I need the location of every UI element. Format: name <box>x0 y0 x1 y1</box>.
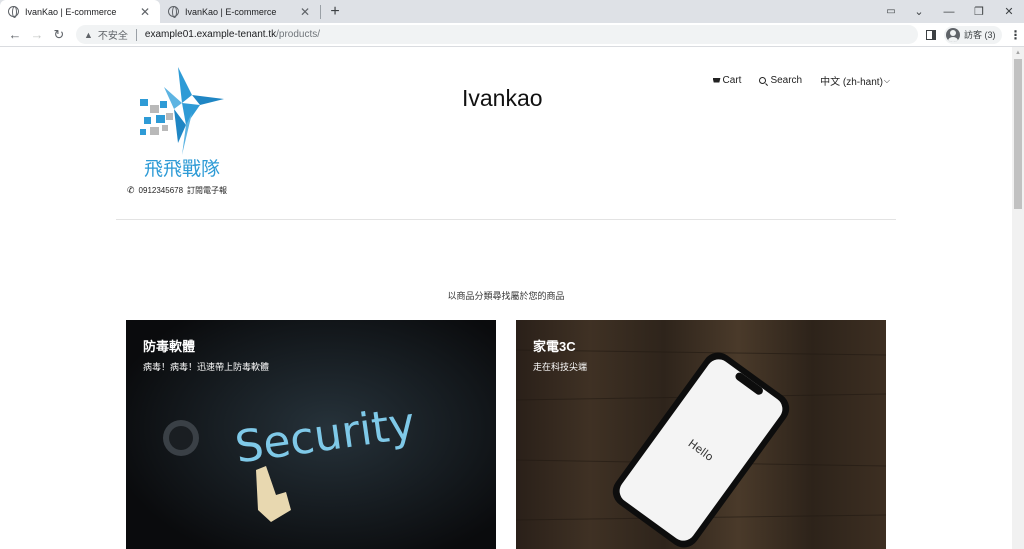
globe-icon <box>8 6 19 18</box>
minimize-button[interactable]: — <box>934 6 964 18</box>
category-name: 防毒軟體 <box>143 339 196 354</box>
page-scrollbar[interactable]: ▲ <box>1012 47 1024 549</box>
search-icon <box>759 77 767 84</box>
brand-name[interactable]: Ivankao <box>462 85 543 112</box>
phone-icon: ✆ <box>127 185 135 195</box>
site-logo[interactable]: 飛飛戰隊 <box>130 65 240 183</box>
category-description: 走在科技尖端 <box>533 362 588 372</box>
tab-search-icon[interactable]: ⌄ <box>904 5 934 18</box>
category-description: 病毒！病毒！迅速帶上防毒軟體 <box>143 362 270 372</box>
language-label: 中文 (zh-hant) <box>820 77 883 88</box>
side-panel-icon[interactable] <box>926 29 936 40</box>
category-card-antivirus[interactable]: Security 防毒軟體 病毒！病毒！迅速帶上防毒軟體 <box>126 320 496 549</box>
top-nav: Cart Search 中文 (zh-hant) ⌵ <box>694 73 890 88</box>
new-tab-button[interactable]: + <box>321 3 349 21</box>
category-card-electronics[interactable]: Hello 家電3C 走在科技尖端 <box>516 320 886 549</box>
cart-link[interactable]: Cart <box>712 75 742 86</box>
restore-button[interactable]: ❐ <box>964 5 994 18</box>
page-viewport: 飛飛戰隊 ✆ 0912345678 訂閱電子報 Ivankao Cart Sea… <box>0 47 1012 549</box>
category-name: 家電3C <box>533 339 576 354</box>
cart-icon <box>712 77 722 85</box>
url-path: /products/ <box>276 29 321 40</box>
close-window-button[interactable]: ✕ <box>994 5 1024 18</box>
header-divider <box>116 219 896 220</box>
close-tab-icon[interactable]: ✕ <box>298 5 312 19</box>
warning-icon[interactable]: ▲ <box>84 30 93 40</box>
subscribe-link[interactable]: 訂閱電子報 <box>187 185 227 196</box>
search-label: Search <box>770 75 803 86</box>
security-label[interactable]: 不安全 <box>98 27 128 42</box>
globe-icon <box>168 6 179 18</box>
tab-title: IvanKao | E-commerce <box>185 6 277 17</box>
profile-button[interactable]: 訪客 (3) <box>944 25 1002 44</box>
close-tab-icon[interactable]: ✕ <box>138 5 152 19</box>
address-bar[interactable]: ▲ 不安全 example01.example-tenant.tk /produ… <box>76 25 918 44</box>
browser-tab-2[interactable]: IvanKao | E-commerce ✕ <box>160 0 320 23</box>
chevron-down-icon: ⌵ <box>883 75 890 85</box>
logo-text: 飛飛戰隊 <box>144 158 220 180</box>
phone-number[interactable]: 0912345678 <box>139 186 184 195</box>
contact-info: ✆ 0912345678 訂閱電子報 <box>127 185 227 196</box>
cart-label: Cart <box>722 75 742 86</box>
avatar-icon <box>946 27 960 42</box>
media-icon[interactable]: ▭ <box>878 6 904 17</box>
menu-icon[interactable]: ⋮ <box>1010 28 1022 42</box>
tab-title: IvanKao | E-commerce <box>25 6 117 17</box>
window-controls: ▭ ⌄ — ❐ ✕ <box>878 0 1024 23</box>
site-header: 飛飛戰隊 ✆ 0912345678 訂閱電子報 Ivankao Cart Sea… <box>0 47 1012 219</box>
language-selector[interactable]: 中文 (zh-hant) ⌵ <box>820 73 890 89</box>
search-link[interactable]: Search <box>759 75 802 86</box>
url-host: example01.example-tenant.tk <box>144 29 277 40</box>
scrollbar-thumb[interactable] <box>1014 59 1022 209</box>
back-arrow-icon[interactable]: ← <box>4 27 26 42</box>
browser-toolbar: ← → ↻ ▲ 不安全 example01.example-tenant.tk … <box>0 23 1024 47</box>
browser-tab-1[interactable]: IvanKao | E-commerce ✕ <box>0 0 160 23</box>
scroll-up-arrow-icon[interactable]: ▲ <box>1012 47 1024 59</box>
catalog-intro: 以商品分類尋找屬於您的商品 <box>447 291 565 301</box>
reload-icon[interactable]: ↻ <box>48 27 70 43</box>
profile-label: 訪客 (3) <box>964 30 996 40</box>
address-divider <box>135 28 137 41</box>
browser-tab-bar: IvanKao | E-commerce ✕ IvanKao | E-comme… <box>0 0 1024 23</box>
forward-arrow-icon[interactable]: → <box>26 27 48 42</box>
